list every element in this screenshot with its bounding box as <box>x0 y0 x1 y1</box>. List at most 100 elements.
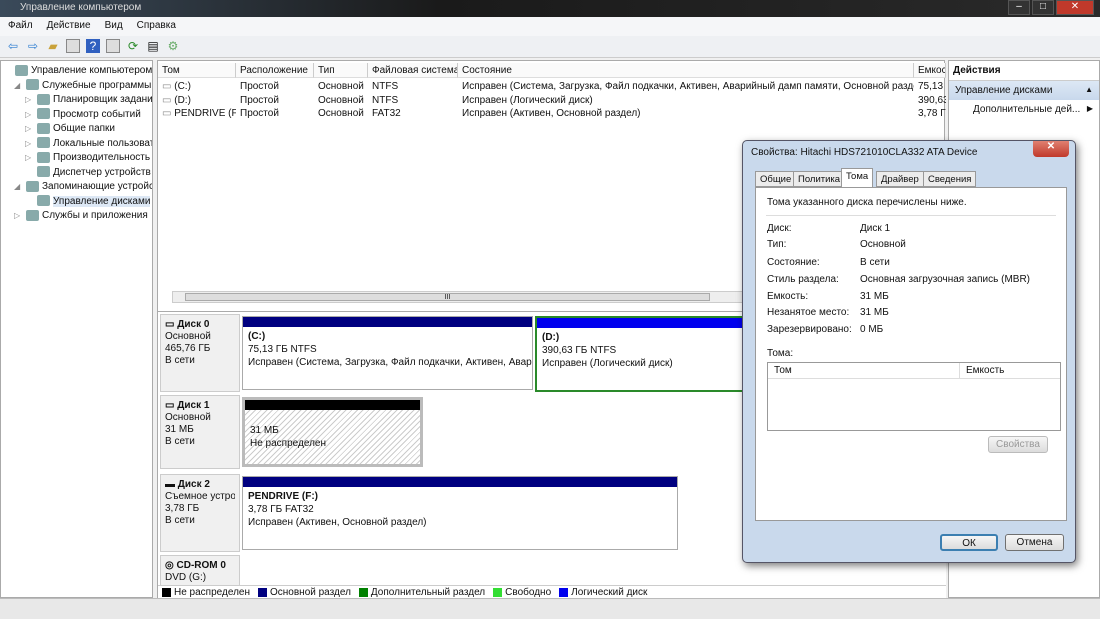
dialog-close-button[interactable]: ✕ <box>1033 141 1069 157</box>
close-button[interactable]: ✕ <box>1056 0 1094 15</box>
table-cell[interactable]: Простой <box>236 81 314 94</box>
node-icon <box>37 122 50 134</box>
column-header-filesystem[interactable]: Файловая система <box>368 63 458 78</box>
tree-item[interactable]: Управление компьютером (л <box>3 64 152 78</box>
table-cell[interactable]: Исправен (Логический диск) <box>458 95 914 108</box>
tab-volumes[interactable]: Тома <box>841 168 874 188</box>
node-icon <box>37 151 50 163</box>
table-cell[interactable]: Исправен (Система, Загрузка, Файл подкач… <box>458 81 914 94</box>
column-header-layout[interactable]: Расположение <box>236 63 314 78</box>
column-header-capacity[interactable]: Емкос <box>914 63 946 78</box>
disk-size: 31 МБ <box>165 424 194 435</box>
tree-item[interactable]: ▷ Общие папки <box>25 122 115 136</box>
table-cell[interactable]: NTFS <box>368 81 458 94</box>
tree-item[interactable]: ◢ Служебные программы <box>14 79 151 93</box>
menu-action[interactable]: Действие <box>47 20 91 33</box>
drive-icon: ▭ <box>162 108 175 119</box>
volume-name-cell[interactable]: ▭ PENDRIVE (F:) <box>158 108 236 121</box>
legend-label: Свободно <box>505 587 552 598</box>
help-icon[interactable]: ? <box>86 39 100 53</box>
back-icon[interactable]: ⇦ <box>6 39 20 53</box>
disk-2-label[interactable]: ▬ Диск 2 Съемное устройство3,78 ГБВ сети <box>160 474 240 552</box>
partition-c[interactable]: (C:) 75,13 ГБ NTFS Исправен (Система, Загр… <box>242 316 533 390</box>
minimize-button[interactable]: – <box>1008 0 1030 15</box>
expander-icon[interactable]: ▷ <box>25 122 37 136</box>
settings-icon[interactable]: ⚙ <box>166 39 180 53</box>
tree-item[interactable]: Управление дисками <box>25 195 151 209</box>
column-header-volume[interactable]: Том <box>158 63 236 78</box>
tree-item[interactable]: ▷ Планировщик заданий <box>25 93 152 107</box>
expander-icon[interactable]: ▷ <box>25 137 37 151</box>
column-header-capacity[interactable]: Емкость <box>960 363 1004 378</box>
menu-view[interactable]: Вид <box>105 20 123 33</box>
column-header-volume[interactable]: Том <box>768 363 960 378</box>
maximize-button[interactable]: □ <box>1032 0 1054 15</box>
legend-label: Логический диск <box>571 587 648 598</box>
expander-icon[interactable]: ◢ <box>14 79 26 93</box>
table-cell[interactable]: 75,13 I <box>914 81 946 94</box>
cell-text: Простой <box>240 108 279 119</box>
tree-item[interactable]: ▷ Службы и приложения <box>14 209 148 223</box>
tab-policy[interactable]: Политика <box>793 171 846 187</box>
legend-swatch <box>162 587 171 597</box>
tab-driver[interactable]: Драйвер <box>876 171 924 187</box>
disk-size: 465,76 ГБ <box>165 343 211 354</box>
show-hide-tree-icon[interactable] <box>66 39 80 53</box>
table-cell[interactable]: Основной <box>314 108 368 121</box>
scrollbar-thumb[interactable]: III <box>185 293 710 301</box>
unallocated-partition[interactable]: 31 МБ Не распределен <box>242 397 423 467</box>
cdrom-0-label[interactable]: ◎ CD-ROM 0 DVD (G:) <box>160 555 240 586</box>
table-cell[interactable]: Простой <box>236 108 314 121</box>
tree-item[interactable]: ▷ Локальные пользовате <box>25 137 152 151</box>
volume-properties-button[interactable]: Свойства <box>988 436 1048 453</box>
table-cell[interactable]: NTFS <box>368 95 458 108</box>
partition-state: Не распределен <box>250 438 326 449</box>
forward-icon[interactable]: ⇨ <box>26 39 40 53</box>
disk-type: Основной <box>165 331 211 342</box>
volume-name-cell[interactable]: ▭ (C:) <box>158 81 236 94</box>
navigation-tree: Управление компьютером (л ◢ Служебные прог… <box>0 60 153 598</box>
actions-section-disk-management[interactable]: Управление дисками ▲ <box>949 81 1099 100</box>
column-header-type[interactable]: Тип <box>314 63 368 78</box>
table-cell[interactable]: Основной <box>314 81 368 94</box>
table-cell[interactable]: 390,63 <box>914 95 946 108</box>
tab-details[interactable]: Сведения <box>923 171 977 187</box>
table-cell[interactable]: Основной <box>314 95 368 108</box>
expander-icon[interactable]: ▷ <box>25 93 37 107</box>
scroll-grip: III <box>444 294 451 301</box>
menu-file[interactable]: Файл <box>8 20 33 33</box>
volume-name-cell[interactable]: ▭ (D:) <box>158 95 236 108</box>
table-cell[interactable]: Исправен (Активен, Основной раздел) <box>458 108 914 121</box>
tree-item[interactable]: ▷ Просмотр событий <box>25 108 141 122</box>
table-cell[interactable]: FAT32 <box>368 108 458 121</box>
expander-icon[interactable]: ▷ <box>25 151 37 165</box>
status-bar <box>0 598 1100 619</box>
disk-1-label[interactable]: ▭ Диск 1 Основной 31 МБ В сети <box>160 395 240 469</box>
partition-title: (C:) <box>248 331 266 342</box>
tree-item[interactable]: Диспетчер устройств <box>25 166 151 180</box>
dialog-title: Свойства: Hitachi HDS721010CLA332 ATA De… <box>751 147 978 158</box>
expander-icon[interactable]: ◢ <box>14 180 26 194</box>
menu-help[interactable]: Справка <box>137 20 176 33</box>
show-hide-action-icon[interactable] <box>106 39 120 53</box>
more-actions-item[interactable]: Дополнительные дей... ▶ <box>949 100 1099 119</box>
disk-0-label[interactable]: ▭ Диск 0 Основной 465,76 ГБ В сети <box>160 314 240 392</box>
expander-icon[interactable]: ▷ <box>14 209 26 223</box>
cancel-button[interactable]: Отмена <box>1005 534 1064 551</box>
partition-f[interactable]: PENDRIVE (F:) 3,78 ГБ FAT32 Исправен (Акти… <box>242 476 678 550</box>
up-folder-icon[interactable]: ▰ <box>46 39 60 53</box>
table-cell[interactable]: 3,78 ГI <box>914 108 946 121</box>
tab-general[interactable]: Общие <box>755 171 797 187</box>
table-cell[interactable]: Простой <box>236 95 314 108</box>
legend-swatch <box>493 587 503 597</box>
refresh-icon[interactable]: ⟳ <box>126 39 140 53</box>
volumes-label: Тома: <box>767 348 794 359</box>
legend-item: Логический диск <box>559 587 647 598</box>
tree-item[interactable]: ◢ Запоминающие устройст <box>14 180 152 194</box>
expander-icon[interactable]: ▷ <box>25 108 37 122</box>
volumes-list[interactable]: Том Емкость <box>767 362 1061 431</box>
ok-button[interactable]: ОК <box>940 534 998 551</box>
properties-icon[interactable]: ▤ <box>146 39 160 53</box>
tree-item[interactable]: ▷ Производительность <box>25 151 150 165</box>
column-header-status[interactable]: Состояние <box>458 63 914 78</box>
